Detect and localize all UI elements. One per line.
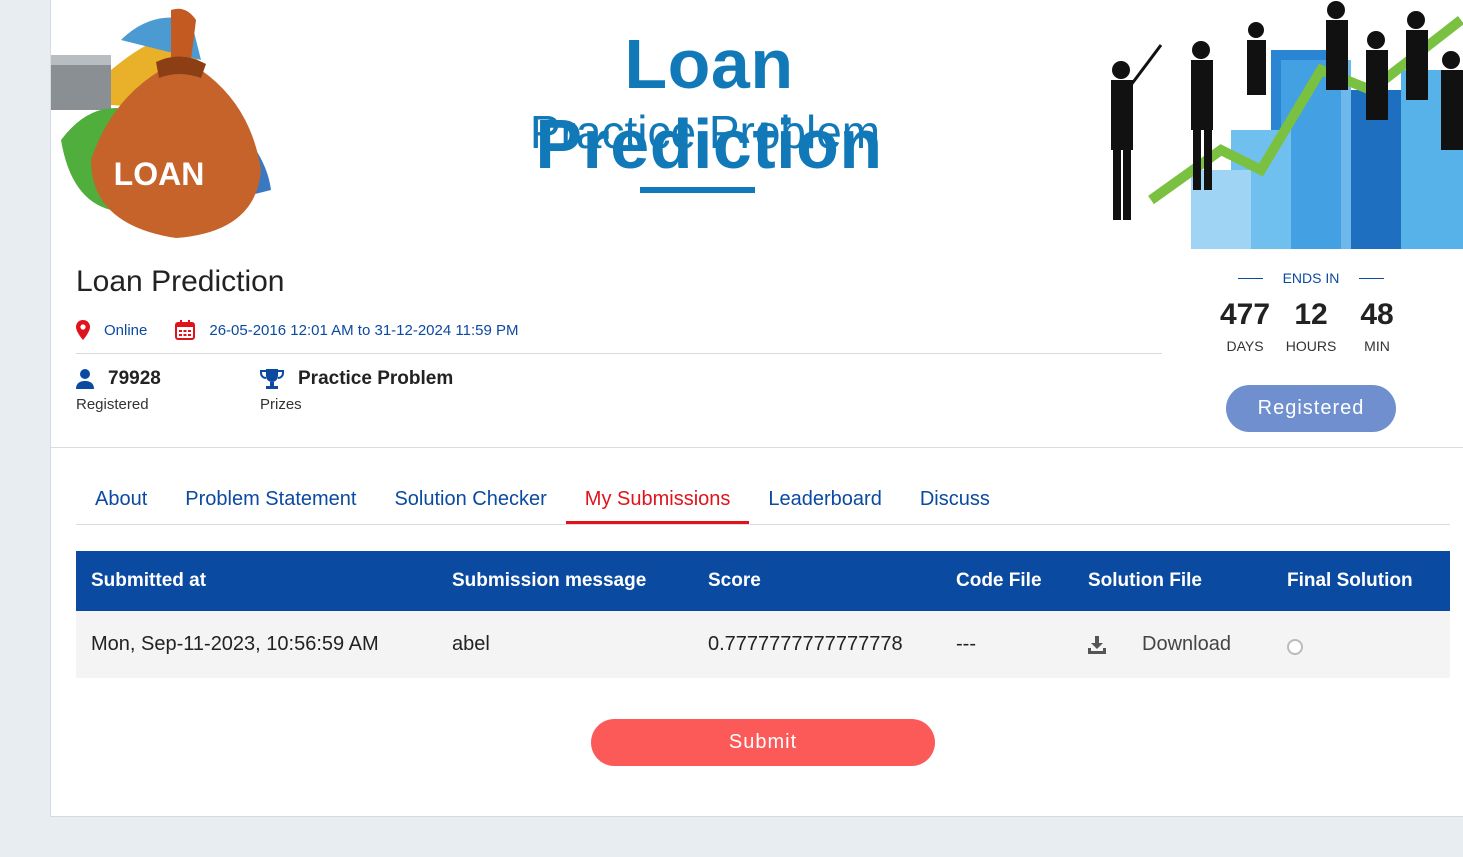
hackathon-card: LOAN Loan Prediction Practice Problem Lo… [50, 0, 1463, 817]
code-file-cell: --- [956, 633, 976, 655]
location-pin-icon [76, 320, 90, 340]
countdown-timer: ENDS IN 477 DAYS 12 HOURS 48 MIN [1201, 270, 1421, 354]
prizes-label: Prizes [260, 396, 302, 413]
loan-bag-label: LOAN [114, 156, 205, 192]
minutes-value: 48 [1360, 298, 1394, 331]
hackathon-banner: LOAN Loan Prediction Practice Problem [51, 0, 1463, 249]
ends-in-heading: ENDS IN [1282, 270, 1340, 286]
tab-solution-checker[interactable]: Solution Checker [375, 476, 565, 524]
tab-leaderboard[interactable]: Leaderboard [749, 476, 900, 524]
hours-label: HOURS [1285, 338, 1337, 354]
prizes-stat: Practice Problem Prizes [260, 368, 453, 413]
tab-about[interactable]: About [76, 476, 166, 524]
tab-discuss[interactable]: Discuss [901, 476, 1009, 524]
table-header: Submitted at Submission message Score Co… [76, 551, 1450, 611]
registered-button[interactable]: Registered [1226, 385, 1396, 432]
score-cell: 0.7777777777777778 [708, 633, 903, 655]
days-unit: 477 DAYS [1212, 298, 1278, 354]
banner-underline [640, 187, 755, 193]
header-code-file: Code File [956, 570, 1042, 591]
days-value: 477 [1219, 298, 1271, 331]
business-city-illustration [1071, 0, 1463, 249]
hackathon-tabs: About Problem Statement Solution Checker… [76, 476, 1450, 525]
hackathon-dates: 26-05-2016 12:01 AM to 31-12-2024 11:59 … [209, 321, 519, 339]
submit-button[interactable]: Submit [591, 719, 935, 766]
hackathon-title: Loan Prediction [76, 265, 285, 298]
minutes-label: MIN [1364, 338, 1390, 354]
download-label: Download [1142, 633, 1231, 655]
submitted-at-cell: Mon, Sep-11-2023, 10:56:59 AM [91, 633, 379, 655]
registered-label: Registered [76, 396, 149, 413]
message-cell: abel [452, 633, 490, 655]
meta-divider [76, 353, 1162, 354]
table-row: Mon, Sep-11-2023, 10:56:59 AM abel 0.777… [76, 611, 1450, 678]
hours-unit: 12 HOURS [1278, 298, 1344, 354]
header-score: Score [708, 570, 761, 591]
hours-value: 12 [1294, 298, 1328, 331]
minutes-unit: 48 MIN [1344, 298, 1410, 354]
tab-my-submissions[interactable]: My Submissions [565, 476, 750, 524]
registered-count: 79928 [108, 368, 161, 389]
days-label: DAYS [1226, 338, 1264, 354]
submissions-table: Submitted at Submission message Score Co… [76, 551, 1450, 678]
header-submission-message: Submission message [452, 570, 647, 591]
download-link[interactable]: Download [1088, 633, 1231, 656]
section-divider [51, 447, 1463, 448]
tab-problem-statement[interactable]: Problem Statement [166, 476, 375, 524]
prize-value: Practice Problem [298, 368, 454, 389]
loan-bag-illustration: LOAN [51, 8, 271, 238]
header-final-solution: Final Solution [1287, 570, 1413, 591]
download-icon [1088, 635, 1106, 654]
registered-stat: 79928 Registered [76, 368, 161, 413]
banner-subtitle: Practice Problem [529, 106, 881, 158]
header-submitted-at: Submitted at [91, 570, 207, 591]
header-solution-file: Solution File [1088, 570, 1202, 591]
hackathon-mode: Online [104, 321, 148, 339]
final-solution-radio[interactable] [1287, 639, 1303, 655]
calendar-icon [175, 320, 196, 340]
trophy-icon [260, 368, 284, 390]
hackathon-meta: Online 26-05-2016 12:01 AM to 31-12-2024… [76, 320, 518, 340]
user-icon [76, 369, 94, 389]
